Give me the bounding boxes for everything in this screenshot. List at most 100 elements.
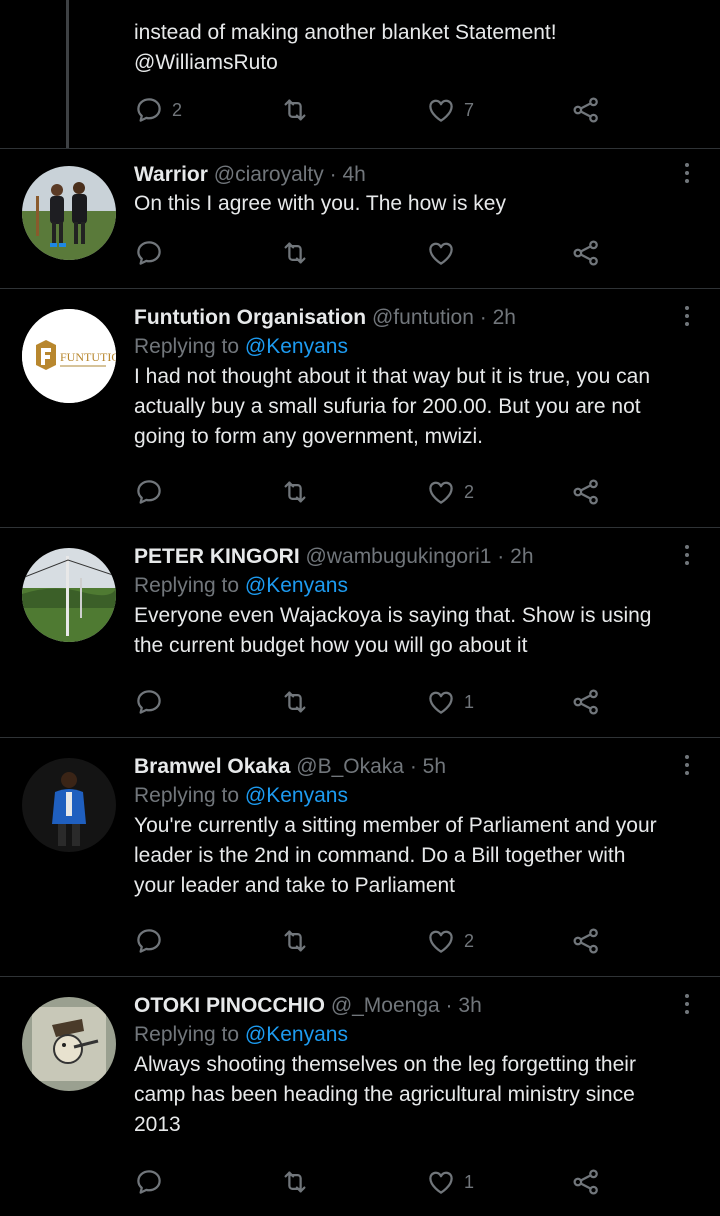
tweet-text-line: actually buy a small sufuria for 200.00.… xyxy=(134,395,641,418)
tweet[interactable]: Bramwel Okaka @B_Okaka · 5h Replying to … xyxy=(0,738,720,976)
display-name[interactable]: PETER KINGORI xyxy=(134,545,300,568)
share-button[interactable] xyxy=(571,921,601,961)
like-icon xyxy=(426,926,456,956)
mention-link[interactable]: @Kenyans xyxy=(245,574,348,597)
share-icon xyxy=(571,95,601,125)
separator-dot: · xyxy=(409,755,417,778)
like-count: 1 xyxy=(464,691,475,712)
share-icon xyxy=(571,687,601,717)
tweet-text: instead of making another blanket Statem… xyxy=(134,21,557,44)
tweet-actions: 1 xyxy=(134,682,614,722)
replying-label: Replying to xyxy=(134,335,240,358)
retweet-icon xyxy=(280,95,310,125)
replying-to: Replying to @Kenyans xyxy=(134,571,670,601)
retweet-button[interactable] xyxy=(280,921,310,961)
like-count: 7 xyxy=(464,99,475,120)
separator-dot: · xyxy=(497,545,505,568)
tweet[interactable]: OTOKI PINOCCHIO @_Moenga · 3h Replying t… xyxy=(0,977,720,1216)
display-name[interactable]: Funtution Organisation xyxy=(134,306,366,329)
like-count: 2 xyxy=(464,481,475,502)
user-handle[interactable]: @wambugukingori1 xyxy=(306,545,492,568)
user-handle[interactable]: @funtution xyxy=(372,306,474,329)
retweet-button[interactable] xyxy=(280,1162,310,1202)
reply-count: 2 xyxy=(172,99,183,120)
retweet-button[interactable] xyxy=(280,90,310,130)
tweet-text-line: On this I agree with you. The how is key xyxy=(134,192,506,215)
reply-button[interactable]: 2 xyxy=(134,90,182,130)
like-button[interactable]: 2 xyxy=(426,472,474,512)
like-icon xyxy=(426,687,456,717)
mention-link[interactable]: @Kenyans xyxy=(245,335,348,358)
retweet-button[interactable] xyxy=(280,682,310,722)
tweet[interactable]: FUNTUTION Funtution Organisation @funtut… xyxy=(0,289,720,527)
display-name[interactable]: OTOKI PINOCCHIO xyxy=(134,994,325,1017)
like-button[interactable] xyxy=(426,233,456,273)
share-button[interactable] xyxy=(571,233,601,273)
separator-dot: · xyxy=(479,306,487,329)
tweet[interactable]: Warrior @ciaroyalty · 4h On this I agree… xyxy=(0,149,720,288)
like-icon xyxy=(426,477,456,507)
avatar[interactable] xyxy=(22,166,116,260)
tweet-text-line: camp has been heading the agricultural m… xyxy=(134,1083,635,1106)
avatar[interactable] xyxy=(22,548,116,642)
reply-button[interactable] xyxy=(134,1162,164,1202)
timestamp[interactable]: 4h xyxy=(342,163,365,186)
like-button[interactable]: 1 xyxy=(426,1162,474,1202)
reply-icon xyxy=(134,238,164,268)
tweet-partial[interactable]: instead of making another blanket Statem… xyxy=(0,0,720,148)
like-button[interactable]: 1 xyxy=(426,682,474,722)
avatar[interactable] xyxy=(22,758,116,852)
user-handle[interactable]: @B_Okaka xyxy=(296,755,404,778)
reply-button[interactable] xyxy=(134,472,164,512)
more-icon[interactable] xyxy=(682,163,692,189)
share-icon xyxy=(571,1167,601,1197)
display-name[interactable]: Bramwel Okaka xyxy=(134,755,290,778)
reply-icon xyxy=(134,1167,164,1197)
reply-icon xyxy=(134,477,164,507)
replying-label: Replying to xyxy=(134,1023,240,1046)
avatar[interactable]: FUNTUTION xyxy=(22,309,116,403)
share-button[interactable] xyxy=(571,682,601,722)
more-icon[interactable] xyxy=(682,306,692,332)
tweet-text-line: Everyone even Wajackoya is saying that. … xyxy=(134,604,652,627)
display-name[interactable]: Warrior xyxy=(134,163,208,186)
tweet-text-line: leader is the 2nd in command. Do a Bill … xyxy=(134,844,626,867)
retweet-icon xyxy=(280,477,310,507)
tweet-text-line: Always shooting themselves on the leg fo… xyxy=(134,1053,636,1076)
tweet-text-line: I had not thought about it that way but … xyxy=(134,365,650,388)
reply-button[interactable] xyxy=(134,682,164,722)
tweet[interactable]: PETER KINGORI @wambugukingori1 · 2h Repl… xyxy=(0,528,720,737)
more-icon[interactable] xyxy=(682,755,692,781)
tweet-actions: 1 xyxy=(134,1162,614,1202)
reply-button[interactable] xyxy=(134,233,164,273)
reply-button[interactable] xyxy=(134,921,164,961)
like-count: 1 xyxy=(464,1171,475,1192)
mention-link[interactable]: @Kenyans xyxy=(245,784,348,807)
reply-icon xyxy=(134,95,164,125)
more-icon[interactable] xyxy=(682,545,692,571)
mention-link[interactable]: @WilliamsRuto xyxy=(134,48,670,78)
more-icon[interactable] xyxy=(682,994,692,1020)
tweet-actions: 2 7 xyxy=(134,90,614,130)
mention-link[interactable]: @Kenyans xyxy=(245,1023,348,1046)
timestamp[interactable]: 3h xyxy=(458,994,481,1017)
avatar[interactable] xyxy=(22,997,116,1091)
tweet-text-line: the current budget how you will go about… xyxy=(134,634,528,657)
like-button[interactable]: 2 xyxy=(426,921,474,961)
like-icon xyxy=(426,1167,456,1197)
share-button[interactable] xyxy=(571,472,601,512)
timestamp[interactable]: 2h xyxy=(510,545,533,568)
retweet-button[interactable] xyxy=(280,233,310,273)
share-button[interactable] xyxy=(571,1162,601,1202)
user-handle[interactable]: @ciaroyalty xyxy=(214,163,324,186)
timestamp[interactable]: 2h xyxy=(493,306,516,329)
like-icon xyxy=(426,238,456,268)
tweet-text-line: going to form any government, mwizi. xyxy=(134,425,483,448)
share-icon xyxy=(571,238,601,268)
retweet-button[interactable] xyxy=(280,472,310,512)
separator-dot: · xyxy=(329,163,337,186)
like-button[interactable]: 7 xyxy=(426,90,474,130)
share-button[interactable] xyxy=(571,90,601,130)
user-handle[interactable]: @_Moenga xyxy=(331,994,440,1017)
timestamp[interactable]: 5h xyxy=(423,755,446,778)
